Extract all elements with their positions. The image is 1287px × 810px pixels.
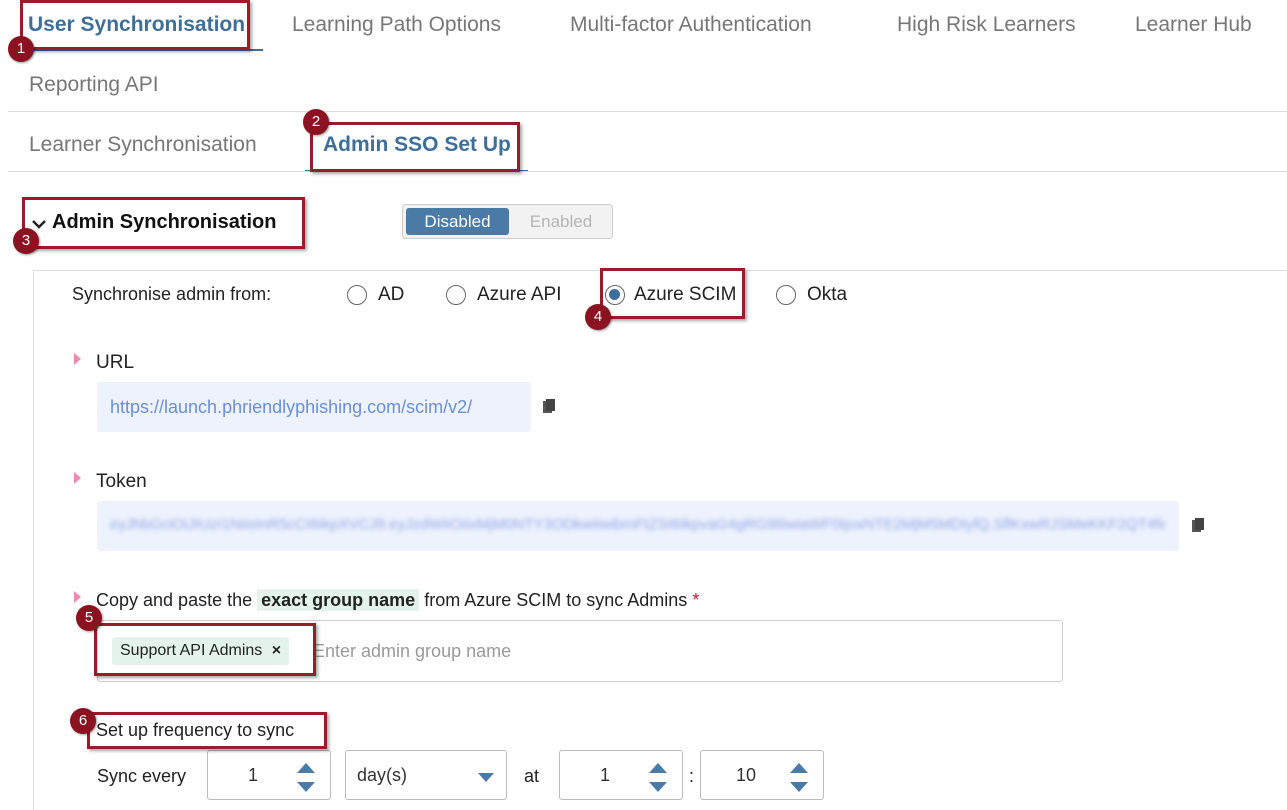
copy-icon[interactable] <box>1192 518 1204 533</box>
divider <box>8 171 1287 172</box>
url-value: https://launch.phriendlyphishing.com/sci… <box>110 397 473 417</box>
tab-learner-hub[interactable]: Learner Hub <box>1135 13 1252 37</box>
decrement-arrow-icon[interactable] <box>297 782 315 792</box>
tab-high-risk-learners[interactable]: High Risk Learners <box>897 13 1076 37</box>
minute-value: 10 <box>736 765 757 785</box>
minute-stepper[interactable]: 10 <box>700 750 824 800</box>
annotation-box-4 <box>600 268 745 319</box>
token-label: Token <box>96 471 147 492</box>
token-value: eyJhbGciOiJIUzI1NiIsInR5cCI6IkpXVCJ9.eyJ… <box>110 516 1165 533</box>
sync-every-label: Sync every <box>97 766 187 786</box>
sync-unit-value: day(s) <box>357 765 408 785</box>
annotation-box-3 <box>22 197 305 249</box>
increment-arrow-icon[interactable] <box>790 763 808 773</box>
sync-unit-select[interactable]: day(s) <box>345 750 507 800</box>
tab-learning-path-options[interactable]: Learning Path Options <box>292 13 501 37</box>
group-label-highlight: exact group name <box>257 589 420 611</box>
increment-arrow-icon[interactable] <box>297 763 315 773</box>
group-label-pre: Copy and paste the <box>96 590 253 610</box>
copy-icon[interactable] <box>543 399 555 414</box>
annotation-box-5 <box>94 623 316 676</box>
tab-reporting-api[interactable]: Reporting API <box>29 73 159 97</box>
time-colon: : <box>689 766 695 786</box>
caret-right-icon <box>74 591 81 603</box>
radio-okta[interactable] <box>776 285 796 305</box>
annotation-box-2 <box>310 122 520 172</box>
toggle-enabled-option[interactable]: Enabled <box>511 208 611 235</box>
chevron-down-icon[interactable] <box>478 773 494 782</box>
annotation-badge-3: 3 <box>13 228 39 254</box>
tab-multi-factor-authentication[interactable]: Multi-factor Authentication <box>570 13 812 37</box>
annotation-badge-4: 4 <box>585 304 611 330</box>
group-label-post: from Azure SCIM to sync Admins <box>424 590 688 610</box>
required-mark: * <box>692 590 700 610</box>
divider <box>8 111 1287 112</box>
url-field[interactable]: https://launch.phriendlyphishing.com/sci… <box>97 382 531 432</box>
sync-every-stepper[interactable]: 1 <box>207 750 331 800</box>
tab-learner-synchronisation[interactable]: Learner Synchronisation <box>29 133 257 157</box>
radio-okta-label[interactable]: Okta <box>807 284 847 306</box>
annotation-box-6 <box>87 712 327 749</box>
annotation-box-1 <box>20 0 250 50</box>
at-label: at <box>524 766 540 786</box>
radio-ad-label[interactable]: AD <box>378 284 404 306</box>
sync-toggle[interactable]: Disabled Enabled <box>402 204 613 239</box>
decrement-arrow-icon[interactable] <box>790 782 808 792</box>
sync-from-label: Synchronise admin from: <box>72 284 272 304</box>
annotation-badge-2: 2 <box>303 109 329 135</box>
annotation-badge-5: 5 <box>76 605 102 631</box>
radio-azure-api[interactable] <box>446 285 466 305</box>
group-label: Copy and paste the exact group name from… <box>96 589 700 611</box>
caret-right-icon <box>74 353 81 365</box>
hour-value: 1 <box>600 765 611 785</box>
hour-stepper[interactable]: 1 <box>559 750 683 800</box>
radio-ad[interactable] <box>347 285 367 305</box>
caret-right-icon <box>74 472 81 484</box>
group-input-placeholder: Enter admin group name <box>313 641 512 661</box>
annotation-badge-6: 6 <box>70 708 96 734</box>
annotation-badge-1: 1 <box>8 36 34 62</box>
token-field[interactable]: eyJhbGciOiJIUzI1NiIsInR5cCI6IkpXVCJ9.eyJ… <box>97 501 1179 551</box>
url-label: URL <box>96 352 135 373</box>
decrement-arrow-icon[interactable] <box>649 782 667 792</box>
sync-every-value: 1 <box>248 765 259 785</box>
radio-azure-api-label[interactable]: Azure API <box>477 284 562 306</box>
increment-arrow-icon[interactable] <box>649 763 667 773</box>
toggle-disabled-option[interactable]: Disabled <box>406 208 509 235</box>
